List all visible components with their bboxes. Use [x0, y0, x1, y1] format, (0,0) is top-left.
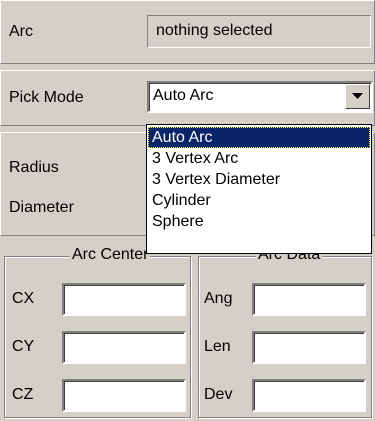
arc-center-title: Arc Center — [70, 246, 151, 264]
cz-input[interactable] — [62, 379, 186, 412]
pick-mode-panel: Pick Mode Auto Arc — [0, 70, 375, 126]
len-input[interactable] — [252, 331, 366, 364]
arc-status-panel: Arc nothing selected — [0, 0, 375, 64]
pick-mode-option-sphere[interactable]: Sphere — [148, 211, 370, 232]
arc-status-box: nothing selected — [147, 15, 371, 48]
pick-mode-option-cylinder[interactable]: Cylinder — [148, 190, 370, 211]
pick-mode-select[interactable]: Auto Arc — [147, 81, 373, 113]
dev-input[interactable] — [252, 379, 366, 412]
cy-label: CY — [12, 338, 35, 355]
pick-mode-value: Auto Arc — [153, 87, 214, 104]
pick-mode-dropdown-button[interactable] — [345, 84, 370, 109]
len-label: Len — [204, 338, 231, 355]
dev-label: Dev — [204, 386, 233, 403]
cz-label: CZ — [12, 386, 34, 403]
arc-label: Arc — [9, 23, 33, 40]
diameter-label: Diameter — [9, 199, 74, 216]
pick-mode-option-3-vertex-arc[interactable]: 3 Vertex Arc — [148, 148, 370, 169]
cx-input[interactable] — [62, 283, 186, 316]
radius-label: Radius — [9, 159, 59, 176]
pick-mode-option-auto-arc[interactable]: Auto Arc — [148, 127, 370, 148]
pick-mode-option-3-vertex-diameter[interactable]: 3 Vertex Diameter — [148, 169, 370, 190]
arc-status-text: nothing selected — [156, 22, 273, 39]
ang-label: Ang — [204, 290, 233, 307]
cy-input[interactable] — [62, 331, 186, 364]
cx-label: CX — [12, 290, 35, 307]
pick-mode-label: Pick Mode — [9, 89, 84, 106]
ang-input[interactable] — [252, 283, 366, 316]
pick-mode-dropdown-list: Auto Arc 3 Vertex Arc 3 Vertex Diameter … — [146, 124, 372, 254]
arc-tool-panel: Arc nothing selected Pick Mode Auto Arc … — [0, 0, 375, 421]
chevron-down-icon — [352, 93, 363, 99]
